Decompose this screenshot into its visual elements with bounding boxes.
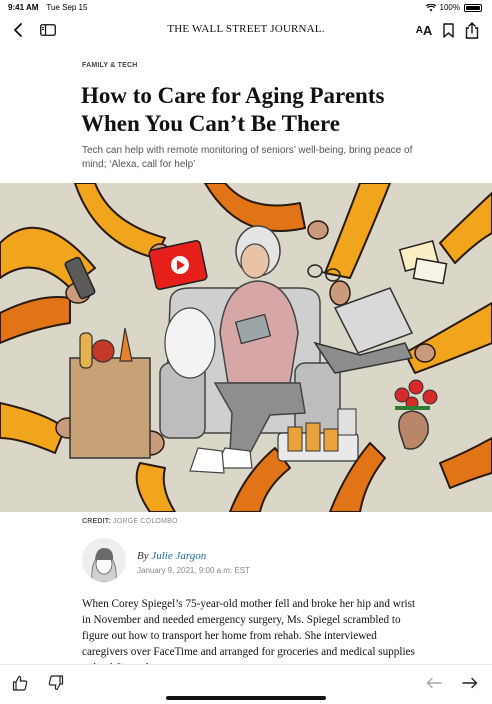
image-credit: CREDIT: JORGE COLOMBO <box>82 518 178 525</box>
text-size-small-glyph: A <box>415 24 423 36</box>
byline-prefix: By <box>137 550 149 562</box>
top-toolbar: THE WALL STREET JOURNAL. AA <box>0 14 492 46</box>
status-bar: 9:41 AM Tue Sep 15 100% <box>0 0 492 14</box>
text-size-icon[interactable]: AA <box>412 20 436 40</box>
article-body: When Corey Spiegel’s 75-year-old mother … <box>82 598 416 668</box>
section-label[interactable]: FAMILY & TECH <box>82 62 138 69</box>
battery-percent: 100% <box>439 3 460 12</box>
credit-label: CREDIT: <box>82 518 112 525</box>
bookmark-icon[interactable] <box>438 20 458 40</box>
status-time: 9:41 AM <box>8 3 39 12</box>
author-link[interactable]: Julie Jargon <box>151 550 206 562</box>
thumbs-up-icon[interactable] <box>10 673 30 693</box>
thumbs-down-icon[interactable] <box>46 673 66 693</box>
headline: How to Care for Aging Parents When You C… <box>81 83 385 136</box>
status-date: Tue Sep 15 <box>46 3 88 12</box>
dek: Tech can help with remote monitoring of … <box>82 145 413 170</box>
next-arrow-icon[interactable] <box>460 673 480 693</box>
credit-name: JORGE COLOMBO <box>113 518 178 525</box>
share-icon[interactable] <box>462 20 482 40</box>
home-indicator[interactable] <box>166 696 326 700</box>
publish-date: January 9, 2021, 9:00 a.m. EST <box>137 566 250 575</box>
text-size-large-glyph: A <box>422 22 433 38</box>
byline: By Julie Jargon <box>137 550 206 562</box>
wifi-icon <box>425 3 436 11</box>
author-avatar[interactable] <box>82 538 126 582</box>
battery-icon <box>464 3 482 12</box>
hero-illustration <box>0 183 492 512</box>
previous-arrow-icon[interactable] <box>424 673 444 693</box>
